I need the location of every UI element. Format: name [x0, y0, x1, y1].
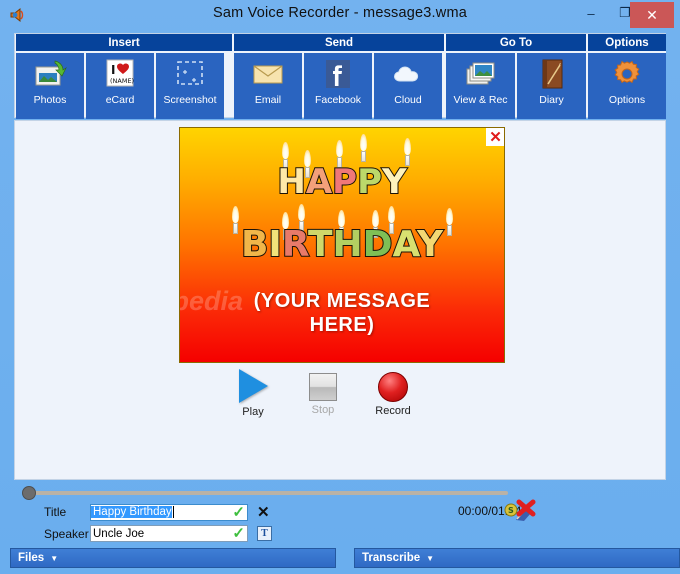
ecard-message-line1: (YOUR MESSAGE: [253, 290, 431, 312]
group-header-send: Send: [234, 34, 444, 53]
close-icon: ✕: [646, 6, 658, 23]
record-button[interactable]: Record: [361, 369, 425, 417]
facebook-icon: [322, 53, 354, 95]
cloud-icon: [390, 53, 426, 95]
status-bar: Files ▼ Transcribe ▼: [10, 548, 680, 568]
toolbar-button-view-and-rec[interactable]: View & Rec: [446, 53, 515, 119]
toolbar: Insert Photos I (NAME) eCard Screenshot …: [14, 33, 666, 119]
ecard-preview[interactable]: Softpedia HAPPY: [179, 127, 505, 363]
transport-controls: Play Stop Record: [179, 369, 505, 431]
svg-text:S: S: [508, 506, 514, 515]
toolbar-group-insert: Insert Photos I (NAME) eCard Screenshot: [16, 34, 232, 119]
toolbar-button-screenshot[interactable]: Screenshot: [156, 53, 224, 119]
minimize-button[interactable]: –: [574, 0, 608, 26]
toolbar-button-facebook[interactable]: Facebook: [304, 53, 372, 119]
title-input[interactable]: Happy Birthday ✓: [90, 503, 248, 521]
speaker-input-value: Uncle Joe: [93, 527, 145, 540]
email-icon: [251, 53, 285, 95]
ecard-icon: I (NAME): [103, 53, 137, 95]
app-window: Sam Voice Recorder - message3.wma – ❐ ✕ …: [0, 0, 680, 574]
toolbar-button-diary[interactable]: Diary: [517, 53, 586, 119]
chevron-down-icon: ▼: [426, 553, 435, 563]
title-label: Title: [44, 505, 67, 519]
play-button[interactable]: Play: [221, 369, 285, 418]
group-header-goto: Go To: [446, 34, 586, 53]
svg-text:(NAME): (NAME): [110, 77, 134, 85]
toolbar-label-photos: Photos: [33, 94, 67, 106]
bottom-form-area: Title Happy Birthday ✓ ✕ Speaker Uncle J…: [14, 482, 666, 544]
toolbar-button-options[interactable]: Options: [588, 53, 666, 119]
toolbar-group-goto: Go To View & Rec Diary: [446, 34, 586, 119]
ecard-message-line2: HERE): [309, 314, 375, 336]
group-header-options: Options: [588, 34, 666, 53]
diary-icon: [538, 53, 566, 95]
ecard-close-icon[interactable]: ✕: [486, 128, 504, 146]
title-bar: Sam Voice Recorder - message3.wma – ❐ ✕: [0, 0, 680, 30]
gear-icon: [610, 53, 644, 95]
files-label: Files: [18, 552, 45, 564]
speaker-label: Speaker: [44, 526, 89, 541]
record-circle-icon: [378, 372, 408, 402]
toolbar-button-photos[interactable]: Photos: [16, 53, 84, 119]
main-panel: Softpedia HAPPY: [14, 120, 666, 480]
ecard-heading-line1: HAPPY: [276, 161, 407, 203]
record-label: Record: [375, 405, 411, 417]
toolbar-label-email: Email: [254, 94, 282, 106]
toolbar-group-send: Send Email Facebook Cloud: [234, 34, 444, 119]
stop-button[interactable]: Stop: [291, 369, 355, 416]
stop-label: Stop: [311, 404, 335, 416]
photos-icon: [33, 53, 67, 95]
files-menu-button[interactable]: Files ▼: [10, 548, 336, 568]
toolbar-label-options: Options: [608, 94, 646, 106]
play-triangle-icon: [238, 369, 268, 403]
candle-icon: [360, 134, 367, 162]
toolbar-label-facebook: Facebook: [314, 94, 362, 106]
toolbar-label-diary: Diary: [539, 94, 564, 106]
screenshot-icon: [174, 53, 206, 95]
toolbar-button-cloud[interactable]: Cloud: [374, 53, 442, 119]
text-caret: [172, 506, 174, 518]
toolbar-button-email[interactable]: Email: [234, 53, 302, 119]
ecard-heading-line2: BIRTHDAY: [240, 223, 444, 266]
transcribe-menu-button[interactable]: Transcribe ▼: [354, 548, 680, 568]
speaker-field-row: Speaker Uncle Joe ✓ T: [44, 525, 272, 542]
chevron-down-icon: ▼: [50, 553, 59, 563]
toolbar-label-view-and-rec: View & Rec: [453, 94, 508, 106]
stop-square-icon: [309, 373, 337, 401]
close-button[interactable]: ✕: [630, 2, 674, 28]
toolbar-label-ecard: eCard: [105, 94, 135, 106]
minimize-icon: –: [587, 5, 595, 21]
transcribe-label: Transcribe: [362, 552, 421, 564]
title-input-value: Happy Birthday: [91, 506, 172, 518]
title-valid-icon: ✓: [232, 503, 245, 521]
clear-title-button[interactable]: ✕: [257, 503, 270, 521]
speaker-input[interactable]: Uncle Joe ✓: [90, 525, 248, 542]
toolbar-button-ecard[interactable]: I (NAME) eCard: [86, 53, 154, 119]
toolbar-group-options: Options Options: [588, 34, 666, 119]
toolbar-label-screenshot: Screenshot: [163, 94, 217, 106]
svg-text:I: I: [111, 63, 115, 77]
toolbar-label-cloud: Cloud: [394, 94, 422, 106]
speaker-address-book-icon[interactable]: T: [257, 526, 272, 541]
playback-slider-track[interactable]: [28, 491, 508, 495]
speaker-valid-icon: ✓: [232, 525, 245, 542]
play-label: Play: [242, 406, 264, 418]
playback-slider-thumb[interactable]: [22, 486, 36, 500]
delete-recording-icon[interactable]: S: [504, 494, 538, 526]
photo-stack-icon: [464, 53, 498, 95]
group-header-insert: Insert: [16, 34, 232, 53]
title-field-row: Title Happy Birthday ✓ ✕: [44, 503, 270, 521]
